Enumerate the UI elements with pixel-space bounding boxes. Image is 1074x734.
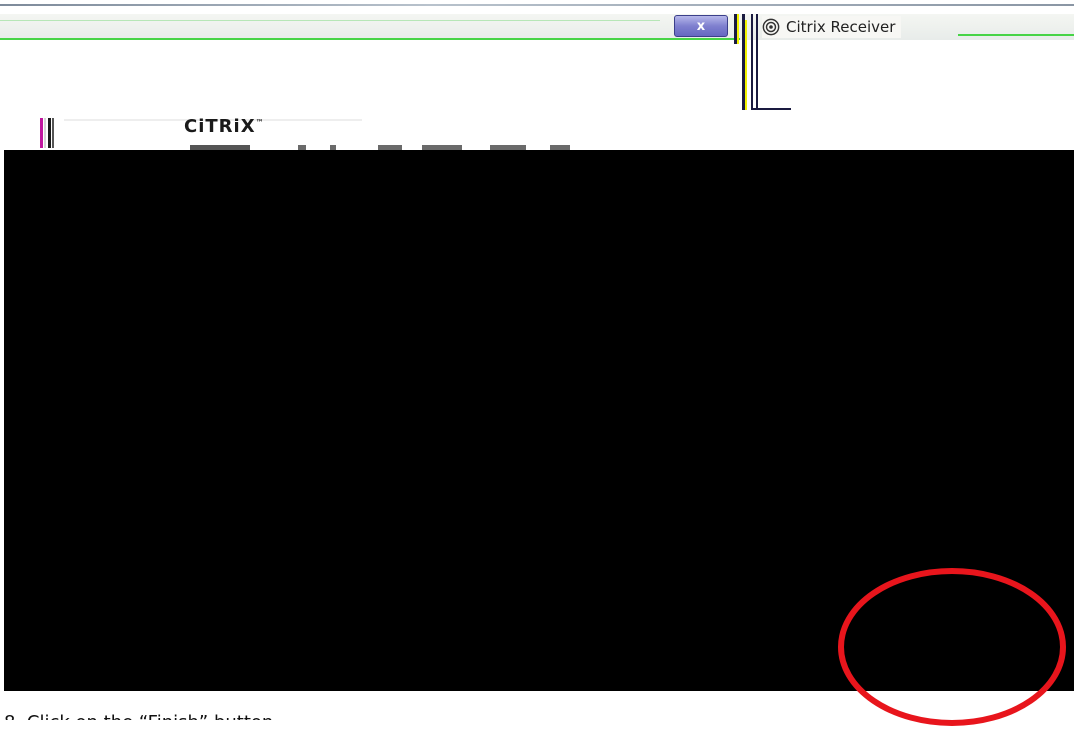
citrix-receiver-icon	[762, 18, 780, 36]
frame-accent-line	[0, 38, 740, 40]
window-frame: x Citrix Receiver	[0, 0, 1074, 110]
frame-divider	[751, 108, 791, 110]
dialog-body-redacted	[4, 150, 1074, 691]
logo-side-bars	[40, 118, 62, 148]
app-title: Citrix Receiver	[762, 16, 902, 38]
frame-top-line	[0, 4, 1074, 6]
close-icon: x	[696, 18, 706, 34]
frame-divider	[751, 14, 753, 110]
citrix-logo: CiTRiX™	[184, 116, 265, 137]
frame-accent-line-right	[958, 34, 1074, 36]
frame-divider-highlight	[745, 20, 747, 110]
frame-divider-highlight	[737, 14, 739, 44]
close-button[interactable]: x	[674, 15, 728, 37]
frame-highlight	[0, 20, 660, 21]
instruction-text: 8. Click on the “Finish” button.	[4, 712, 280, 733]
frame-divider	[756, 14, 758, 110]
title-bar	[0, 14, 1074, 40]
screenshot-page: x Citrix Receiver CiTRiX™ 8. Click on th…	[0, 0, 1074, 734]
app-title-text: Citrix Receiver	[786, 18, 896, 36]
